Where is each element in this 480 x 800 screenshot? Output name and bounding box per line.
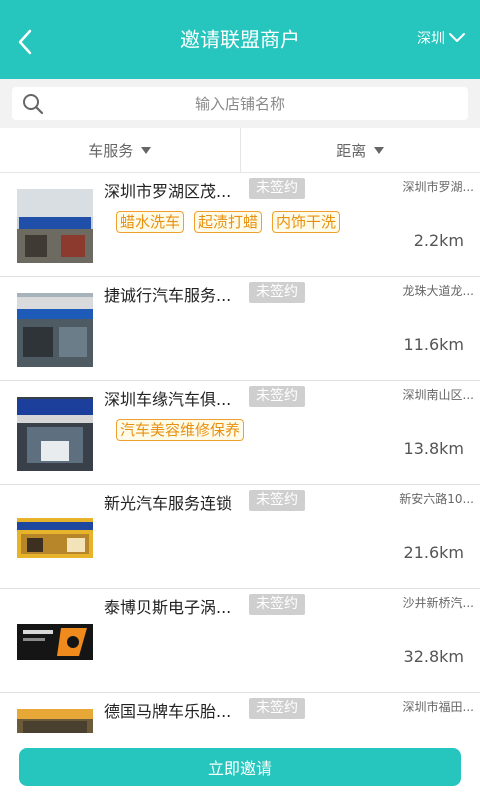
status-badge: 未签约	[249, 282, 305, 303]
store-photo	[17, 397, 93, 471]
store-photo	[17, 501, 93, 575]
filter-bar: 车服务 距离	[0, 128, 480, 173]
service-tag: 汽车美容维修保养	[116, 419, 245, 441]
service-tags: 蜡水洗车 起渍打蜡 内饰干洗	[116, 211, 341, 233]
store-distance: 11.6km	[403, 335, 464, 354]
store-name: 捷诚行汽车服务...	[104, 286, 232, 305]
search-input[interactable]	[52, 87, 428, 120]
page-title: 邀请联盟商户	[180, 27, 300, 52]
status-badge: 未签约	[249, 490, 305, 511]
store-distance: 21.6km	[403, 543, 464, 562]
store-distance: 32.8km	[403, 647, 464, 666]
status-badge: 未签约	[249, 386, 305, 407]
store-distance: 13.8km	[403, 439, 464, 458]
store-address: 沙井新桥汽...	[402, 596, 474, 610]
store-name: 泰博贝斯电子涡...	[104, 598, 232, 617]
invite-button[interactable]: 立即邀请	[19, 748, 461, 786]
search-icon	[23, 94, 44, 115]
store-list-item[interactable]: 新光汽车服务连锁 未签约 新安六路10... 21.6km	[0, 485, 480, 589]
store-name: 深圳车缘汽车俱...	[104, 390, 232, 409]
status-badge: 未签约	[249, 594, 305, 615]
store-address: 深圳市罗湖...	[402, 180, 474, 194]
status-badge: 未签约	[249, 698, 305, 719]
filter-service-label: 车服务	[88, 141, 134, 160]
store-list-item[interactable]: 深圳市罗湖区茂... 未签约 深圳市罗湖... 蜡水洗车 起渍打蜡 内饰干洗 2…	[0, 173, 480, 277]
filter-distance-label: 距离	[336, 141, 367, 160]
service-tag: 起渍打蜡	[194, 211, 263, 233]
city-label: 深圳	[417, 31, 445, 47]
store-address: 龙珠大道龙...	[402, 284, 474, 298]
search-area	[0, 79, 480, 128]
store-list-item[interactable]: 泰博贝斯电子涡... 未签约 沙井新桥汽... 32.8km	[0, 589, 480, 693]
store-distance: 2.2km	[413, 231, 464, 250]
store-list-item[interactable]: 德国马牌车乐胎... 未签约 深圳市福田...	[0, 693, 480, 733]
filter-distance[interactable]: 距离	[239, 128, 480, 172]
search-box	[12, 87, 468, 120]
store-photo	[17, 189, 93, 263]
store-photo	[17, 293, 93, 367]
service-tags: 汽车美容维修保养	[116, 419, 245, 441]
chevron-down-icon	[449, 33, 465, 42]
store-name: 新光汽车服务连锁	[104, 494, 233, 513]
store-photo	[17, 709, 93, 733]
filter-service[interactable]: 车服务	[0, 128, 240, 172]
store-address: 深圳市福田...	[402, 700, 474, 714]
store-name: 德国马牌车乐胎...	[104, 702, 232, 721]
header-bar: 邀请联盟商户 深圳	[0, 0, 480, 79]
store-address: 深圳南山区...	[402, 388, 474, 402]
store-list-item[interactable]: 深圳车缘汽车俱... 未签约 深圳南山区... 汽车美容维修保养 13.8km	[0, 381, 480, 485]
triangle-down-icon	[374, 146, 385, 154]
store-name: 深圳市罗湖区茂...	[104, 182, 232, 201]
bottom-bar: 立即邀请	[0, 733, 480, 800]
service-tag: 内饰干洗	[272, 211, 341, 233]
store-list: 深圳市罗湖区茂... 未签约 深圳市罗湖... 蜡水洗车 起渍打蜡 内饰干洗 2…	[0, 173, 480, 733]
service-tag: 蜡水洗车	[116, 211, 185, 233]
store-photo	[17, 605, 93, 679]
store-address: 新安六路10...	[399, 492, 474, 506]
city-selector[interactable]: 深圳	[417, 28, 466, 48]
triangle-down-icon	[141, 146, 152, 154]
store-list-item[interactable]: 捷诚行汽车服务... 未签约 龙珠大道龙... 11.6km	[0, 277, 480, 381]
status-badge: 未签约	[249, 178, 305, 199]
